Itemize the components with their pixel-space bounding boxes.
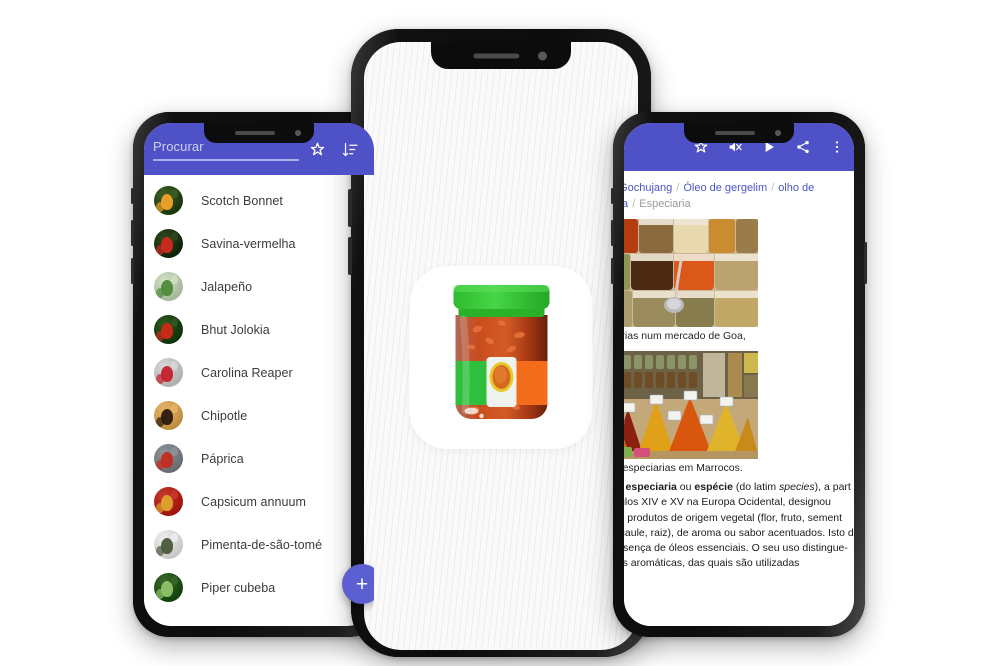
list-item[interactable]: Pimenta-de-são-tomé (144, 523, 374, 566)
list-item-label: Pimenta-de-são-tomé (201, 537, 323, 552)
breadcrumb-separator: / (632, 198, 636, 210)
right-phone-mockup: /Gochujang/Óleo de gergelim/olho de soja… (611, 112, 867, 637)
sauce-jar-app-icon[interactable] (409, 266, 593, 449)
volume-up-button[interactable] (131, 220, 134, 246)
pepper-thumbnail (154, 530, 183, 559)
list-item[interactable]: Jalapeño (144, 265, 374, 308)
mute-switch[interactable] (611, 188, 614, 204)
article-line: éculos XIV e XV na Europa Ocidental, des… (624, 496, 831, 509)
volume-up-button[interactable] (611, 220, 614, 246)
pepper-thumbnail (154, 186, 183, 215)
left-phone-screen: Procurar Scotch Bonnet Savina-vermelha Jal… (144, 123, 374, 626)
article-content: /Gochujang/Óleo de gergelim/olho de soja… (624, 171, 854, 626)
pepper-thumbnail (154, 358, 183, 387)
phone-notch (684, 123, 794, 143)
phone-notch (204, 123, 314, 143)
list-item[interactable]: Páprica (144, 437, 374, 480)
figure-caption: de especiarias em Marrocos. (624, 462, 743, 474)
volume-down-button[interactable] (348, 237, 352, 275)
sort-icon[interactable] (335, 134, 365, 164)
list-item[interactable]: Scotch Bonnet (144, 179, 374, 222)
front-camera (538, 51, 547, 60)
article-line: a, caule, raiz), de aroma ou sabor acent… (624, 526, 854, 539)
list-item-label: Savina-vermelha (201, 236, 296, 251)
pepper-thumbnail (154, 573, 183, 602)
volume-up-button[interactable] (348, 189, 352, 227)
list-item-label: Capsicum annuum (201, 494, 306, 509)
pepper-thumbnail (154, 229, 183, 258)
breadcrumb-separator: / (771, 182, 775, 194)
pepper-thumbnail (154, 487, 183, 516)
pepper-thumbnail (154, 272, 183, 301)
article-line: rvas aromáticas, das quais são utilizada… (624, 557, 800, 570)
breadcrumb-link[interactable]: Óleo de gergelim (683, 182, 767, 194)
screenshot-stage: Procurar Scotch Bonnet Savina-vermelha Jal… (0, 0, 1000, 666)
list-item-label: Chipotle (201, 408, 248, 423)
morocco-spice-market-photo (624, 351, 758, 459)
figure-goa: ciarias num mercado de Goa, (624, 219, 758, 344)
breadcrumb-separator: / (676, 182, 680, 194)
article-line: sos produtos de origem vegetal (flor, fr… (624, 511, 843, 524)
earpiece-speaker (473, 53, 520, 58)
list-item[interactable]: Piper cubeba (144, 566, 374, 609)
breadcrumb-link[interactable]: Especiaria (639, 198, 690, 210)
volume-down-button[interactable] (611, 258, 614, 284)
list-item-label: Carolina Reaper (201, 365, 293, 380)
add-fab[interactable]: + (342, 564, 374, 604)
list-item-label: Jalapeño (201, 279, 253, 294)
list-item-label: Scotch Bonnet (201, 193, 283, 208)
article-line: presença de óleos essenciais. O seu uso … (624, 542, 848, 555)
list-item[interactable]: Capsicum annuum (144, 480, 374, 523)
search-underline (153, 159, 299, 161)
list-item-label: Páprica (201, 451, 244, 466)
front-camera (775, 130, 781, 136)
pepper-thumbnail (154, 444, 183, 473)
article-line: mo especiaria ou espécie (do latim speci… (625, 481, 851, 493)
list-item-label: Bhut Jolokia (201, 322, 270, 337)
phone-notch (431, 42, 571, 69)
front-camera (295, 130, 301, 136)
list-item[interactable]: Chipotle (144, 394, 374, 437)
list-item[interactable]: Savina-vermelha (144, 222, 374, 265)
power-button[interactable] (864, 242, 867, 284)
figure-morocco: de especiarias em Marrocos. (624, 351, 758, 476)
overflow-menu-icon[interactable] (822, 132, 852, 162)
earpiece-speaker (235, 131, 275, 135)
article-body: mo especiaria ou espécie (do latim speci… (624, 480, 854, 572)
pepper-thumbnail (154, 315, 183, 344)
figure-caption: ciarias num mercado de Goa, (624, 330, 746, 342)
volume-down-button[interactable] (131, 258, 134, 284)
right-phone-screen: /Gochujang/Óleo de gergelim/olho de soja… (624, 123, 854, 626)
list-item[interactable]: Bhut Jolokia (144, 308, 374, 351)
goa-spice-market-photo (624, 219, 758, 327)
pepper-thumbnail (154, 401, 183, 430)
list-item[interactable]: Carolina Reaper (144, 351, 374, 394)
jar-illustration (453, 284, 549, 419)
breadcrumb: /Gochujang/Óleo de gergelim/olho de soja… (624, 180, 854, 212)
list-item-label: Piper cubeba (201, 580, 276, 595)
pepper-list: Scotch Bonnet Savina-vermelha Jalapeño Bhut… (144, 175, 374, 609)
breadcrumb-link[interactable]: Gochujang (624, 182, 672, 194)
center-phone-mockup (348, 29, 654, 657)
center-phone-screen (364, 42, 638, 650)
mute-switch[interactable] (131, 188, 134, 204)
earpiece-speaker (715, 131, 755, 135)
